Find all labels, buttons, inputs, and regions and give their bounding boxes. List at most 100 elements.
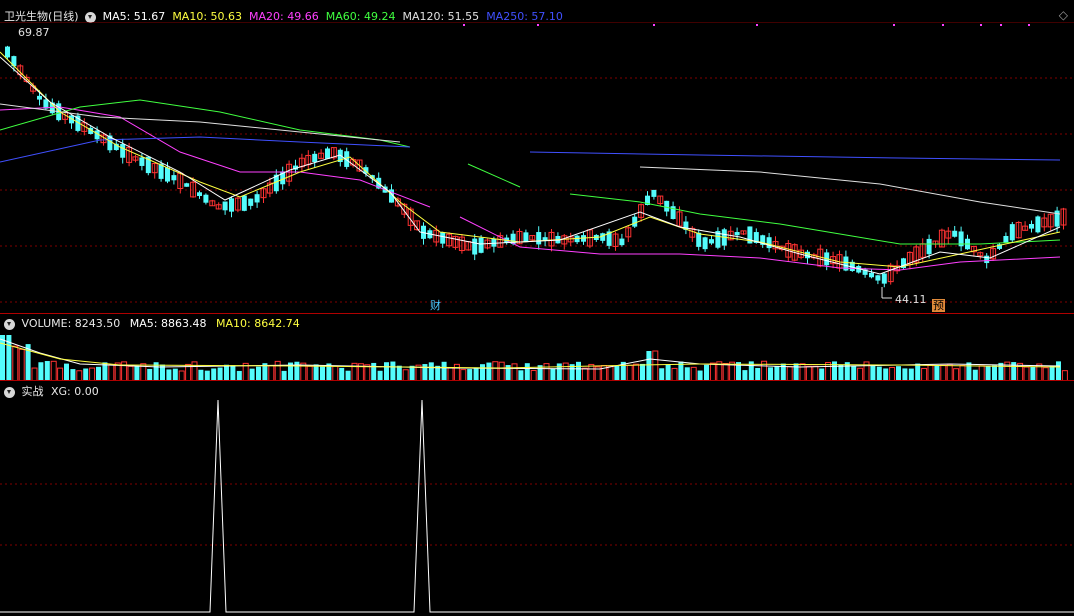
volume-ma5: MA5: 8863.48 xyxy=(129,317,207,330)
volume-bar xyxy=(978,365,985,381)
candle-body xyxy=(664,200,670,212)
candle-body xyxy=(5,46,10,58)
volume-bar xyxy=(774,366,780,381)
candle-body xyxy=(734,232,740,236)
indicator-settings-button[interactable] xyxy=(85,11,97,23)
forecast-marker-yu[interactable]: 预 xyxy=(932,299,945,312)
panel-menu-icon[interactable]: ◇ xyxy=(1059,8,1068,22)
volume-bar xyxy=(876,366,882,381)
volume-bar xyxy=(690,366,697,381)
volume-bar xyxy=(684,367,690,381)
volume-bar xyxy=(915,363,921,381)
volume-bar xyxy=(453,363,460,381)
volume-bar xyxy=(96,366,101,381)
candle-body xyxy=(1009,224,1015,241)
volume-bar xyxy=(985,366,991,381)
volume-bar xyxy=(646,351,652,381)
volume-bar xyxy=(1056,361,1061,381)
candle-body xyxy=(120,144,126,158)
candle-body xyxy=(709,239,714,244)
volume-bar xyxy=(851,365,857,381)
earnings-marker-cai[interactable]: 财 xyxy=(429,299,442,312)
volume-bar xyxy=(313,364,319,381)
volume-bar xyxy=(18,348,25,381)
volume-bar xyxy=(127,365,134,381)
volume-panel-header: VOLUME: 8243.50 MA5: 8863.48 MA10: 8642.… xyxy=(4,317,300,330)
candle-body xyxy=(536,232,542,245)
volume-bar xyxy=(1023,366,1030,381)
volume-ma5-line xyxy=(0,338,1061,370)
top-marker xyxy=(1000,24,1002,26)
ma250-line xyxy=(529,151,1061,161)
candle-body xyxy=(165,167,170,182)
candle-body xyxy=(472,238,478,255)
candle-body xyxy=(139,157,145,166)
volume-bar xyxy=(230,365,236,381)
volume-bar xyxy=(0,335,5,381)
candle-body xyxy=(312,153,318,163)
candle-body xyxy=(184,183,190,187)
volume-bar xyxy=(332,365,339,381)
candle-body xyxy=(203,194,209,203)
volume-bar xyxy=(607,365,614,381)
top-marker xyxy=(537,24,539,26)
volume-bar xyxy=(134,365,140,381)
volume-bar xyxy=(709,362,716,381)
volume-bar xyxy=(1030,366,1036,381)
volume-bar xyxy=(384,362,389,381)
volume-bar xyxy=(492,361,499,381)
volume-bar xyxy=(786,366,793,381)
price-chart xyxy=(0,22,1074,303)
volume-bar xyxy=(1049,365,1055,381)
volume-bar xyxy=(959,364,966,381)
price-volume-separator xyxy=(0,313,1074,314)
volume-bar xyxy=(371,362,377,381)
candle-body xyxy=(696,232,702,247)
candle-body xyxy=(222,201,228,211)
volume-bar xyxy=(640,363,645,381)
volume-bar xyxy=(614,365,620,381)
candle-body xyxy=(248,198,254,206)
volume-bar xyxy=(633,363,640,381)
volume-bar xyxy=(946,363,953,381)
candle-body xyxy=(523,232,529,243)
candle-body xyxy=(325,148,330,159)
volume-bar xyxy=(320,366,325,381)
volume-chart xyxy=(0,335,1068,381)
volume-ma10: MA10: 8642.74 xyxy=(215,317,300,330)
volume-bar xyxy=(889,366,896,381)
volume-bar xyxy=(480,364,485,381)
volume-bar xyxy=(306,365,313,381)
candle-body xyxy=(1003,235,1009,243)
ma10-line xyxy=(0,51,1061,268)
candle-body xyxy=(881,273,887,284)
candle-body xyxy=(440,232,446,244)
volume-bar xyxy=(722,363,729,381)
top-marker xyxy=(893,24,895,26)
candle-body xyxy=(478,237,484,253)
top-marker xyxy=(980,24,982,26)
candle-body xyxy=(952,230,958,237)
candle-body xyxy=(984,255,990,264)
candle-body xyxy=(619,238,625,246)
candle-body xyxy=(651,189,657,197)
volume-bar xyxy=(396,365,402,381)
volume-bar xyxy=(390,361,396,381)
volume-bar xyxy=(1042,367,1049,381)
volume-bar xyxy=(217,367,223,381)
candle-body xyxy=(229,198,234,212)
volume-bar xyxy=(793,363,799,381)
candle-body xyxy=(241,195,247,211)
candle-body xyxy=(171,175,177,181)
volume-bar xyxy=(224,364,229,381)
volume-bar xyxy=(934,365,940,381)
candle-body xyxy=(766,237,772,249)
ma60-line xyxy=(467,163,521,188)
volume-bar xyxy=(486,362,492,381)
volume-bar xyxy=(576,361,581,381)
volume-bar xyxy=(511,363,518,381)
volume-bar xyxy=(562,362,569,381)
volume-bar xyxy=(799,363,806,381)
volume-settings-button[interactable] xyxy=(4,318,15,330)
volume-bar xyxy=(543,363,550,381)
